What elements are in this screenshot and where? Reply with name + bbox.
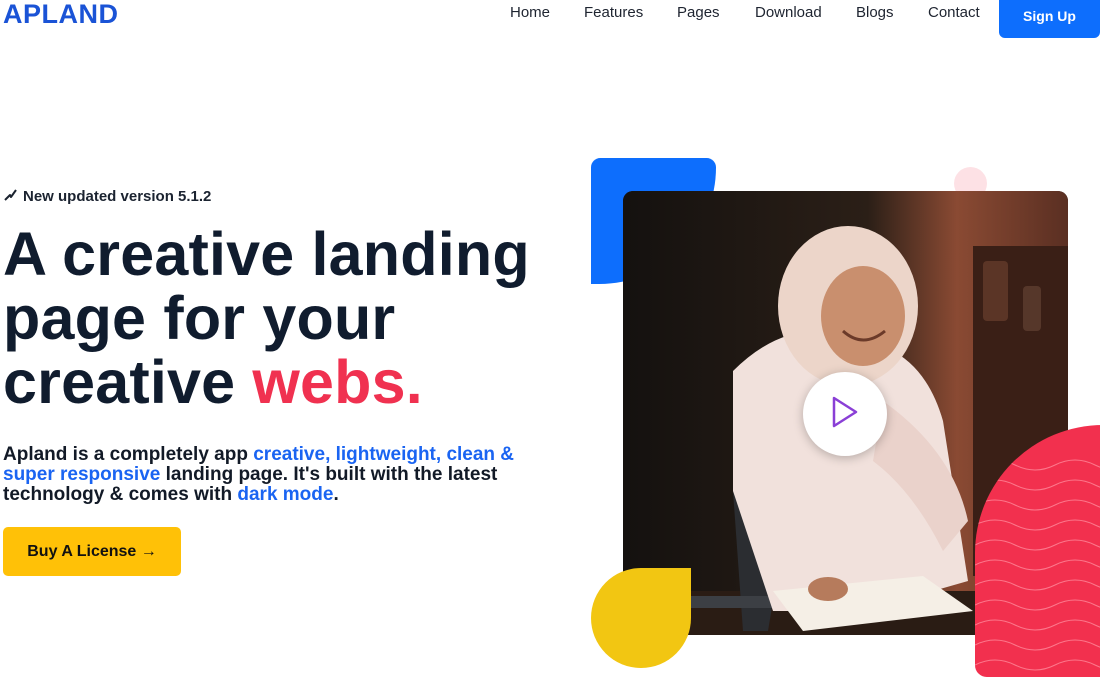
yellow-shape xyxy=(591,568,691,668)
desc-highlight-2: dark mode xyxy=(237,484,334,505)
hero-description: Apland is a completely app creative, lig… xyxy=(3,445,563,505)
play-icon xyxy=(830,395,860,434)
nav-home[interactable]: Home xyxy=(510,4,550,21)
nav-blogs[interactable]: Blogs xyxy=(856,4,894,21)
nav-features[interactable]: Features xyxy=(584,4,643,21)
headline-line-1: A creative landing xyxy=(3,220,530,288)
sign-up-button[interactable]: Sign Up xyxy=(999,0,1100,38)
version-badge-text: New updated version 5.1.2 xyxy=(23,188,212,205)
buy-license-button[interactable]: Buy A License → xyxy=(3,527,181,576)
headline-line-2: page for your xyxy=(3,284,396,352)
headline-line-3: creative xyxy=(3,348,253,416)
hero-headline: A creative landing page for your creativ… xyxy=(3,222,583,414)
lightning-icon xyxy=(4,188,17,205)
desc-part-3: . xyxy=(333,484,339,505)
main-nav: Home Features Pages Download Blogs Conta… xyxy=(0,4,1100,24)
nav-contact[interactable]: Contact xyxy=(928,4,980,21)
play-video-button[interactable] xyxy=(803,372,887,456)
headline-accent: webs. xyxy=(252,348,423,416)
nav-download[interactable]: Download xyxy=(755,4,822,21)
nav-pages[interactable]: Pages xyxy=(677,4,720,21)
version-badge: New updated version 5.1.2 xyxy=(4,188,211,205)
desc-part-1: Apland is a completely app xyxy=(3,444,254,465)
